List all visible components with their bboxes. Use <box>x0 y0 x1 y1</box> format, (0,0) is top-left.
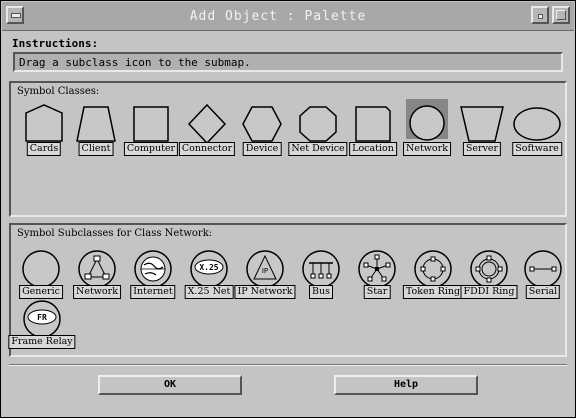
star-icon <box>358 250 396 288</box>
globe-icon <box>134 250 172 288</box>
minimize-icon <box>538 14 543 19</box>
instructions-text: Drag a subclass icon to the submap. <box>19 56 251 69</box>
symbol-classes-label: Symbol Classes: <box>17 86 100 97</box>
subclass-label: Generic <box>19 285 63 299</box>
class-label: Location <box>349 142 397 156</box>
maximize-button[interactable] <box>552 6 570 24</box>
subclass-ip-network[interactable]: IP IP Network <box>234 247 296 311</box>
class-location[interactable]: Location <box>346 103 400 167</box>
ok-button[interactable]: OK <box>98 375 242 395</box>
subclass-network[interactable]: Network <box>70 247 124 311</box>
class-cards[interactable]: Cards <box>17 103 71 167</box>
hexagon-icon <box>242 106 282 142</box>
class-label: Network <box>403 142 451 156</box>
notched-square-icon <box>355 106 391 142</box>
class-computer[interactable]: Computer <box>123 103 179 167</box>
network-icon <box>78 250 116 288</box>
palette-window: Add Object : Palette Instructions: Drag … <box>0 0 576 418</box>
diamond-icon <box>187 103 227 145</box>
class-connector[interactable]: Connector <box>178 103 236 167</box>
subclass-label: Network <box>73 285 121 299</box>
instructions-field: Drag a subclass icon to the submap. <box>13 52 563 72</box>
octagon-icon <box>299 106 337 142</box>
symbol-classes-panel: Symbol Classes: Cards Client Computer Co… <box>9 81 567 217</box>
subclass-label: Bus <box>309 285 333 299</box>
generic-icon <box>22 250 60 288</box>
class-label: Computer <box>123 142 179 156</box>
menu-bar-icon <box>11 13 21 18</box>
class-label: Device <box>242 142 282 156</box>
class-network[interactable]: Network <box>400 99 454 163</box>
subclass-serial[interactable]: Serial <box>516 247 570 311</box>
subclass-label: Star <box>363 285 391 299</box>
subclass-label: Frame Relay <box>8 335 76 349</box>
subclass-bus[interactable]: Bus <box>294 247 348 311</box>
ip-network-icon: IP <box>246 250 284 288</box>
window-menu-button[interactable] <box>6 6 24 24</box>
symbol-subclasses-label: Symbol Subclasses for Class Network: <box>17 228 213 239</box>
instructions-label: Instructions: <box>12 37 99 50</box>
class-net-device[interactable]: Net Device <box>288 103 348 167</box>
fr-icon-text: FR <box>37 313 47 322</box>
class-server[interactable]: Server <box>455 103 509 167</box>
class-label: Connector <box>178 142 236 156</box>
circle-icon <box>409 105 445 141</box>
subclass-label: Serial <box>525 285 561 299</box>
class-label: Client <box>78 142 114 156</box>
subclass-star[interactable]: Star <box>350 247 404 311</box>
subclass-label: Token Ring <box>402 285 464 299</box>
subclass-x25-net[interactable]: X.25 X.25 Net <box>182 247 236 311</box>
class-device[interactable]: Device <box>235 103 289 167</box>
inverted-trapezoid-icon <box>460 106 504 142</box>
square-icon <box>133 106 169 142</box>
title-bar[interactable]: Add Object : Palette <box>2 2 574 31</box>
bus-icon <box>302 250 340 288</box>
token-ring-icon <box>414 250 452 288</box>
class-label: Cards <box>26 142 62 156</box>
ellipse-icon <box>513 107 561 141</box>
subclass-label: Internet <box>130 285 176 299</box>
maximize-icon <box>556 10 566 20</box>
separator <box>9 364 567 366</box>
ip-icon-text: IP <box>262 267 268 275</box>
subclass-internet[interactable]: Internet <box>126 247 180 311</box>
class-client[interactable]: Client <box>69 103 123 167</box>
trapezoid-icon <box>76 106 116 142</box>
fddi-ring-icon <box>470 250 508 288</box>
x25-icon: X.25 <box>190 250 228 288</box>
subclass-token-ring[interactable]: Token Ring <box>402 247 464 311</box>
symbol-subclasses-panel: Symbol Subclasses for Class Network: Gen… <box>8 223 570 357</box>
subclass-fddi-ring[interactable]: FDDI Ring <box>460 247 518 311</box>
class-label: Software <box>512 142 562 156</box>
subclass-label: X.25 Net <box>184 285 234 299</box>
serial-icon <box>524 250 562 288</box>
window-title: Add Object : Palette <box>189 9 367 24</box>
class-software[interactable]: Software <box>510 103 564 167</box>
subclass-label: IP Network <box>234 285 296 299</box>
pentagon-icon <box>25 104 63 142</box>
subclass-label: FDDI Ring <box>460 285 518 299</box>
x25-icon-text: X.25 <box>199 263 218 272</box>
minimize-button[interactable] <box>531 6 549 24</box>
class-label: Net Device <box>288 142 348 156</box>
subclass-frame-relay[interactable]: FR Frame Relay <box>8 300 76 364</box>
class-label: Server <box>462 142 502 156</box>
help-button[interactable]: Help <box>334 375 478 395</box>
